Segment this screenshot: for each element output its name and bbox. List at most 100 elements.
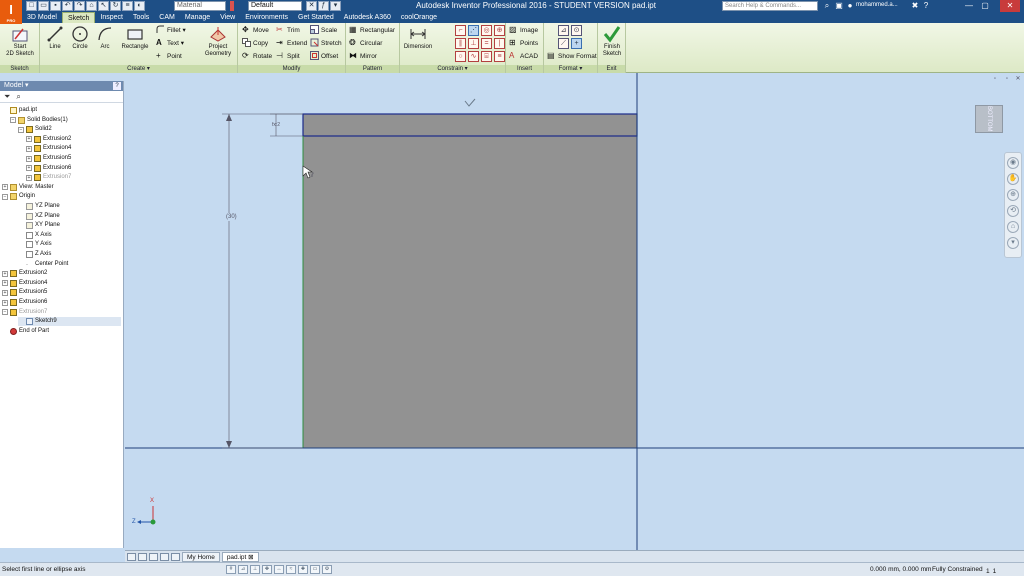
tab-get-started[interactable]: Get Started — [293, 12, 339, 23]
tree-item[interactable]: Y Axis — [18, 240, 121, 249]
tree-item[interactable]: Sketch9 — [18, 317, 121, 327]
maximize-button[interactable]: ▢ — [978, 0, 992, 12]
filter-icon[interactable]: ⏷ — [4, 92, 10, 101]
appearance-combo[interactable]: Default — [248, 1, 302, 11]
collapse-icon[interactable]: − — [2, 193, 8, 200]
rotate-button[interactable]: ⟳ Rotate — [242, 51, 272, 62]
graphics-canvas[interactable]: ⫽ (30) fx:2 X Z ▫ ▫ ✕ BOTTOM ◉ ✋ ⊕ ⟲ ⌂ ▾ — [125, 73, 1024, 550]
parallel-constraint-icon[interactable]: ∥ — [455, 38, 466, 49]
point-button[interactable]: + Point — [156, 51, 182, 62]
collapse-icon[interactable]: − — [10, 117, 16, 124]
tree-item[interactable]: + Extrusion6 — [2, 298, 121, 307]
slice-graphics-icon[interactable]: ▭ — [310, 565, 320, 574]
search-input[interactable]: Search Help & Commands... — [722, 1, 818, 11]
dimension-small-label[interactable]: fx:2 — [272, 122, 280, 128]
constraint-options-icon[interactable]: ⚙ — [322, 565, 332, 574]
centerline-icon[interactable]: ⊙ — [571, 25, 582, 36]
perpendicular-constraint-icon[interactable]: ⊥ — [468, 38, 479, 49]
customize-icon[interactable]: ▾ — [330, 1, 341, 11]
tab-pad-ipt[interactable]: pad.ipt ⊠ — [221, 551, 259, 562]
vertical-constraint-icon[interactable]: ∣ — [494, 38, 505, 49]
equal-constraint-icon[interactable]: ≡ — [494, 51, 505, 62]
tab-coolorange[interactable]: coolOrange — [396, 12, 442, 23]
horizontal-constraint-icon[interactable]: = — [481, 38, 492, 49]
tab-tools[interactable]: Tools — [128, 12, 154, 23]
points-button[interactable]: ⊞ Points — [509, 38, 538, 49]
stretch-button[interactable]: Stretch — [310, 38, 342, 49]
grid-snap-icon[interactable]: # — [226, 565, 236, 574]
image-button[interactable]: ▨ Image — [509, 25, 538, 36]
show-format-button[interactable]: ▤ Show Format — [547, 51, 597, 62]
clear-appearance-icon[interactable]: ✕ — [306, 1, 317, 11]
text-button[interactable]: A Text ▾ — [156, 38, 184, 49]
collapse-icon[interactable]: − — [2, 309, 8, 316]
tree-item[interactable]: − Extrusion7 — [2, 308, 121, 317]
create-panel-title[interactable]: Create ▾ — [40, 65, 237, 73]
center-point-icon[interactable]: ⟋ — [558, 38, 569, 49]
constrain-panel-title[interactable]: Constrain ▾ — [400, 65, 505, 73]
arrange-icon[interactable] — [160, 552, 169, 561]
infer-constraints-icon[interactable]: ⊿ — [238, 565, 248, 574]
format-panel-title[interactable]: Format ▾ — [544, 65, 597, 73]
collinear-constraint-icon[interactable]: ⋰ — [468, 25, 479, 36]
save-icon[interactable]: ▪ — [50, 1, 61, 11]
tree-item[interactable]: − Origin — [2, 192, 121, 201]
coincident-constraint-icon[interactable]: ⌐ — [455, 25, 466, 36]
navbar-options-icon[interactable]: ▾ — [1007, 237, 1019, 249]
pan-icon[interactable]: ✋ — [1007, 173, 1019, 185]
expand-icon[interactable]: + — [26, 155, 32, 162]
expand-icon[interactable]: + — [26, 174, 32, 181]
acad-button[interactable]: A ACAD — [509, 51, 538, 62]
tree-item[interactable]: + Extrusion2 — [26, 135, 121, 144]
show-dimensions-icon[interactable]: ↔ — [274, 565, 284, 574]
tree-item[interactable]: + Extrusion5 — [26, 154, 121, 163]
canvas-minimize-icon[interactable]: ▫ — [992, 76, 998, 82]
tab-inspect[interactable]: Inspect — [95, 12, 128, 23]
project-geometry-button[interactable]: Project Geometry — [200, 25, 236, 58]
find-icon[interactable]: ⌕ — [16, 92, 20, 101]
tab-sketch[interactable]: Sketch — [61, 12, 96, 23]
tangent-constraint-icon[interactable]: ○ — [455, 51, 466, 62]
exchange-icon[interactable]: ✖ — [910, 1, 920, 11]
tree-item[interactable]: · Center Point — [18, 260, 121, 269]
relax-mode-icon[interactable]: ≈ — [286, 565, 296, 574]
driven-dimension-icon[interactable]: + — [571, 38, 582, 49]
fix-constraint-icon[interactable]: ⊕ — [494, 25, 505, 36]
help-icon[interactable]: ? — [921, 1, 931, 11]
tree-item[interactable]: + Extrusion4 — [2, 279, 121, 288]
extend-button[interactable]: ⇥ Extend — [276, 38, 307, 49]
rectangle-button[interactable]: Rectangle — [118, 25, 152, 51]
cascade-icon[interactable] — [149, 552, 158, 561]
scale-button[interactable]: Scale — [310, 24, 337, 36]
home-icon[interactable]: ⌂ — [86, 1, 97, 11]
fillet-button[interactable]: Fillet ▾ — [156, 25, 186, 36]
tree-item[interactable]: + Extrusion7 — [26, 173, 121, 182]
steering-wheel-icon[interactable]: ◉ — [1007, 157, 1019, 169]
binoculars-icon[interactable]: ⌕ — [822, 1, 832, 11]
sketch-doctor-icon[interactable]: ✚ — [298, 565, 308, 574]
symmetric-constraint-icon[interactable]: ⌸ — [481, 51, 492, 62]
tree-item[interactable]: + Extrusion6 — [26, 164, 121, 173]
tree-item[interactable]: + View: Master — [2, 183, 121, 192]
update-icon[interactable]: ↻ — [110, 1, 121, 11]
tree-item[interactable]: YZ Plane — [18, 202, 121, 211]
browser-help-icon[interactable]: ? — [113, 82, 121, 90]
move-button[interactable]: ✥ Move — [242, 25, 269, 36]
tab-view[interactable]: View — [215, 12, 240, 23]
tile-vertical-icon[interactable] — [138, 552, 147, 561]
tree-item[interactable]: Z Axis — [18, 250, 121, 259]
concentric-constraint-icon[interactable]: ◎ — [481, 25, 492, 36]
new-file-icon[interactable]: □ — [26, 1, 37, 11]
expand-icon[interactable]: + — [2, 184, 8, 191]
tab-manage[interactable]: Manage — [180, 12, 215, 23]
orbit-icon[interactable]: ⟲ — [1007, 205, 1019, 217]
offset-button[interactable]: Offset — [310, 50, 338, 62]
tree-item[interactable]: − Solid Bodies(1) — [10, 116, 121, 125]
cart-icon[interactable]: ▣ — [834, 1, 844, 11]
copy-button[interactable]: Copy — [242, 37, 268, 49]
arc-button[interactable]: Arc — [94, 25, 116, 51]
rectangular-pattern-button[interactable]: ▦ Rectangular — [349, 25, 395, 36]
start-2d-sketch-button[interactable]: Start 2D Sketch — [4, 25, 36, 58]
tab-environments[interactable]: Environments — [240, 12, 293, 23]
dimension-30-label[interactable]: (30) — [226, 214, 237, 220]
